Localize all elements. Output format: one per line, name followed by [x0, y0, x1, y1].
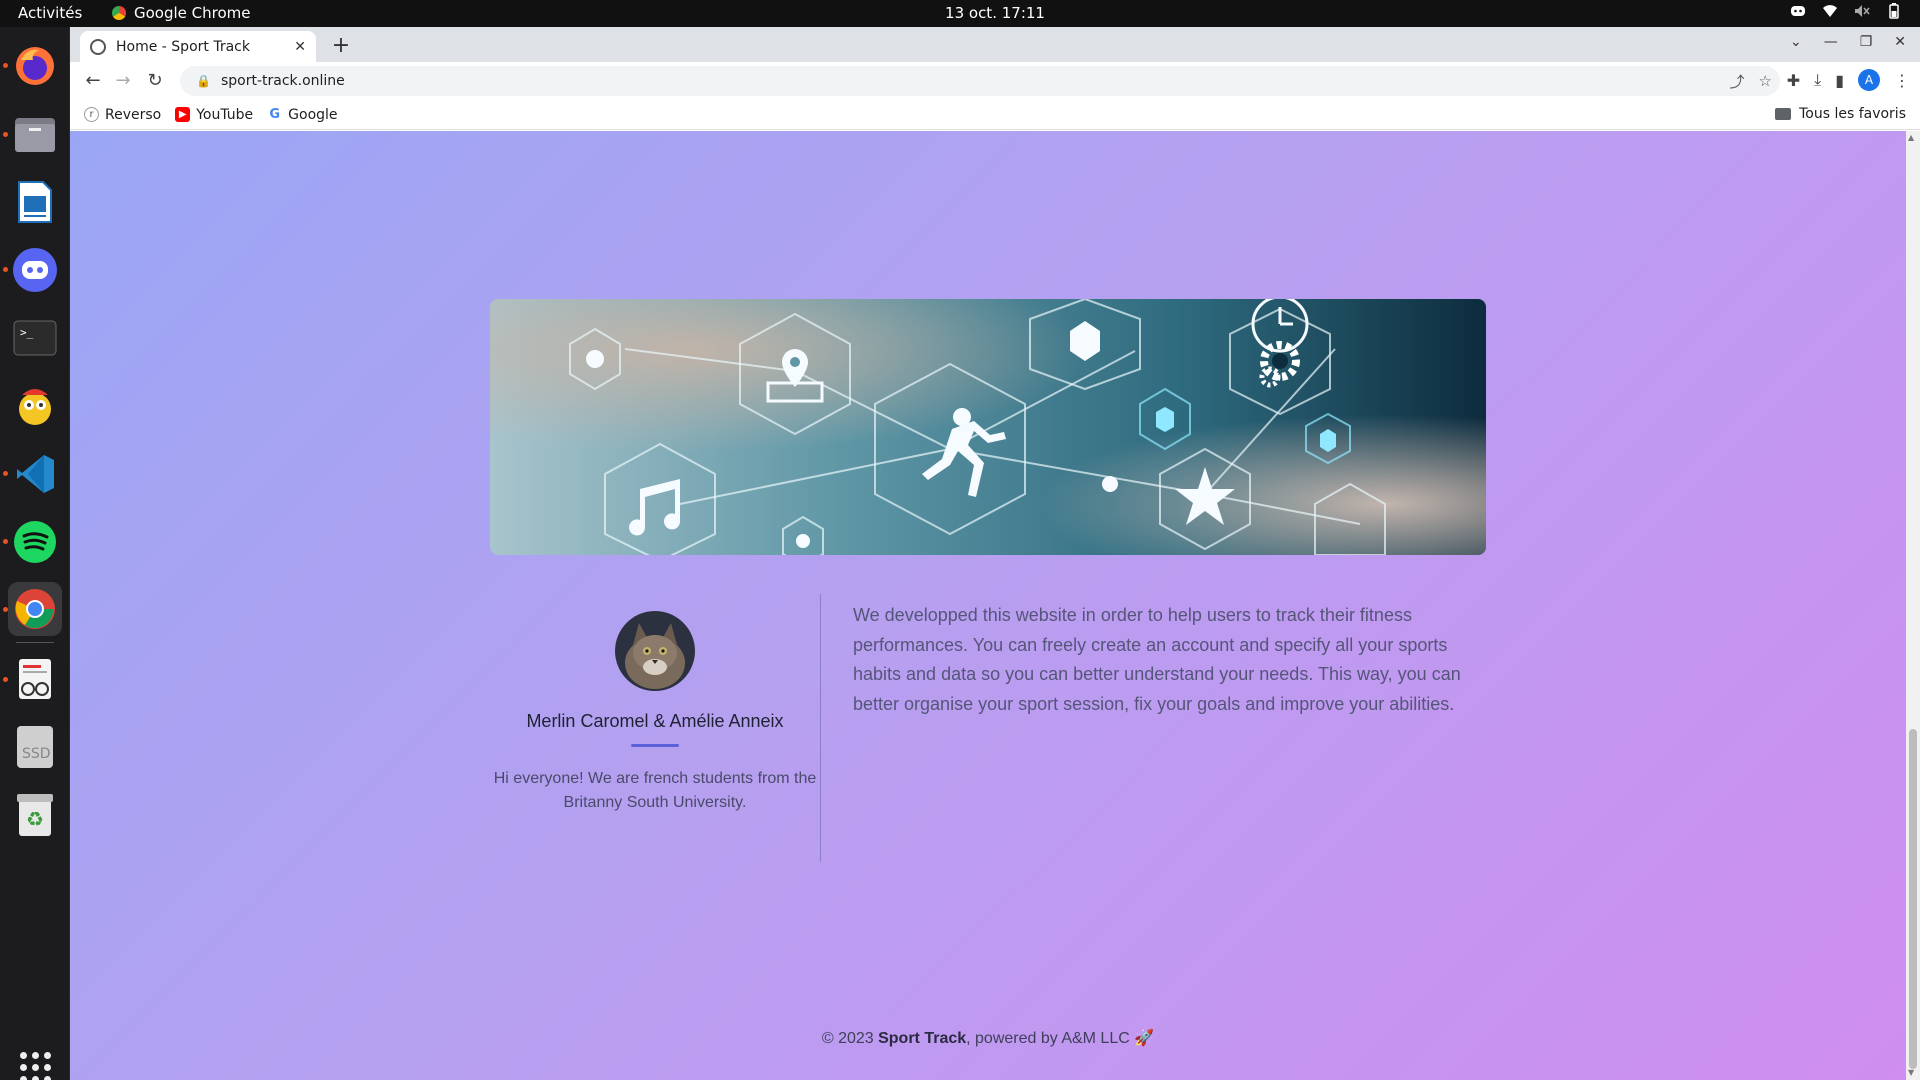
firefox-icon[interactable] [8, 39, 62, 93]
google-icon: G [269, 107, 280, 122]
minimize-icon[interactable]: — [1824, 34, 1838, 50]
author-names: Merlin Caromel & Amélie Anneix [526, 711, 784, 731]
globe-icon [90, 38, 106, 55]
close-tab-icon[interactable]: ✕ [294, 39, 306, 55]
footer-brand: Sport Track [878, 1030, 967, 1047]
svg-text:>_: >_ [20, 326, 34, 339]
all-bookmarks-label: Tous les favoris [1799, 106, 1906, 122]
bookmark-google[interactable]: G Google [267, 107, 337, 123]
download-icon[interactable]: ⤓ [1814, 70, 1821, 90]
toolbar-actions: ✚ ⤓ ▮ A ⋮ [1787, 69, 1910, 91]
svg-text:♻: ♻ [26, 807, 44, 831]
files-icon[interactable] [8, 107, 62, 161]
tab-home-sport-track[interactable]: Home - Sport Track ✕ [80, 31, 316, 62]
forward-icon[interactable]: → [112, 70, 134, 91]
volume-icon[interactable] [1854, 3, 1870, 19]
restore-icon[interactable]: ❐ [1860, 34, 1873, 50]
extensions-icon[interactable]: ✚ [1787, 71, 1800, 90]
reader-icon[interactable] [8, 652, 62, 706]
system-tray[interactable] [1790, 3, 1902, 19]
clock[interactable]: 13 oct. 17:11 [0, 4, 1920, 22]
sport-tech-banner-image [490, 299, 1486, 555]
author-avatar [615, 611, 695, 691]
reload-icon[interactable]: ↻ [144, 70, 166, 91]
tab-title: Home - Sport Track [116, 38, 250, 55]
author-bio: Hi everyone! We are french students from… [493, 770, 817, 811]
menu-kebab-icon[interactable]: ⋮ [1894, 71, 1910, 90]
toolbar: ← → ↻ 🔒 sport-track.online ⤴ ☆ ✚ ⤓ ▮ A ⋮ [70, 62, 1920, 100]
bookmark-label: Google [288, 106, 338, 123]
terminal-icon[interactable]: >_ [8, 311, 62, 365]
ssd-label: SSD [22, 746, 51, 762]
spotify-icon[interactable] [8, 515, 62, 569]
share-icon[interactable]: ⤴ [1730, 71, 1745, 92]
new-tab-button[interactable]: + [328, 33, 354, 58]
writer-icon[interactable] [8, 175, 62, 229]
close-window-icon[interactable]: ✕ [1894, 34, 1906, 50]
side-panel-icon[interactable]: ▮ [1835, 71, 1844, 90]
all-bookmarks-button[interactable]: Tous les favoris [1775, 106, 1906, 122]
trash-icon[interactable]: ♻ [8, 788, 62, 842]
page-scrollbar[interactable]: ▲ ▼ [1906, 131, 1920, 1080]
bookmarks-bar: r Reverso ▶ YouTube G Google Tous les fa… [70, 100, 1920, 130]
reverso-icon: r [84, 107, 99, 122]
sticker-app-icon[interactable] [8, 379, 62, 433]
battery-icon[interactable] [1886, 3, 1902, 19]
address-bar[interactable]: 🔒 sport-track.online ⤴ ☆ [180, 66, 1780, 96]
footer-powered-by: , powered by A&M LLC 🚀 [966, 1030, 1155, 1047]
chrome-window: Home - Sport Track ✕ + ⌄ — ❐ ✕ ← → ↻ 🔒 s… [70, 27, 1920, 1080]
tab-strip: Home - Sport Track ✕ + ⌄ — ❐ ✕ [70, 27, 1920, 62]
footer-copyright: © 2023 [821, 1030, 879, 1047]
about-paragraph: We developped this website in order to h… [853, 605, 1461, 714]
profile-avatar[interactable]: A [1858, 69, 1880, 91]
author-card: Merlin Caromel & Amélie Anneix Hi everyo… [490, 581, 820, 815]
window-controls: ⌄ — ❐ ✕ [1790, 34, 1906, 50]
bookmark-youtube[interactable]: ▶ YouTube [175, 107, 253, 123]
chrome-dock-icon[interactable] [8, 582, 62, 636]
discord-app-icon[interactable] [8, 243, 62, 297]
lock-icon[interactable]: 🔒 [196, 74, 211, 88]
discord-icon[interactable] [1790, 3, 1806, 19]
bookmark-star-icon[interactable]: ☆ [1759, 72, 1772, 90]
scrollbar-thumb[interactable] [1909, 729, 1917, 1069]
page-viewport: Merlin Caromel & Amélie Anneix Hi everyo… [70, 131, 1906, 1080]
vertical-divider [820, 594, 821, 862]
bookmark-label: Reverso [105, 106, 162, 123]
scroll-up-arrow-icon[interactable]: ▲ [1908, 133, 1914, 142]
show-apps-grid-icon[interactable] [20, 1052, 52, 1080]
back-icon[interactable]: ← [82, 70, 104, 91]
system-top-bar: Activités Google Chrome 13 oct. 17:11 [0, 0, 1920, 27]
footer: © 2023 Sport Track, powered by A&M LLC 🚀 [70, 1028, 1906, 1048]
youtube-icon: ▶ [175, 107, 191, 122]
author-underline [631, 744, 679, 747]
bookmark-label: YouTube [196, 106, 254, 123]
dock: >_ SSD ♻ [0, 27, 70, 1080]
wifi-icon[interactable] [1822, 3, 1838, 19]
folder-icon [1775, 108, 1792, 120]
ssd-drive-icon[interactable]: SSD [8, 720, 62, 774]
scroll-down-arrow-icon[interactable]: ▼ [1908, 1068, 1914, 1077]
bookmark-reverso[interactable]: r Reverso [84, 107, 161, 123]
vscode-icon[interactable] [8, 447, 62, 501]
url-text[interactable]: sport-track.online [221, 73, 345, 89]
tab-search-icon[interactable]: ⌄ [1790, 34, 1802, 50]
